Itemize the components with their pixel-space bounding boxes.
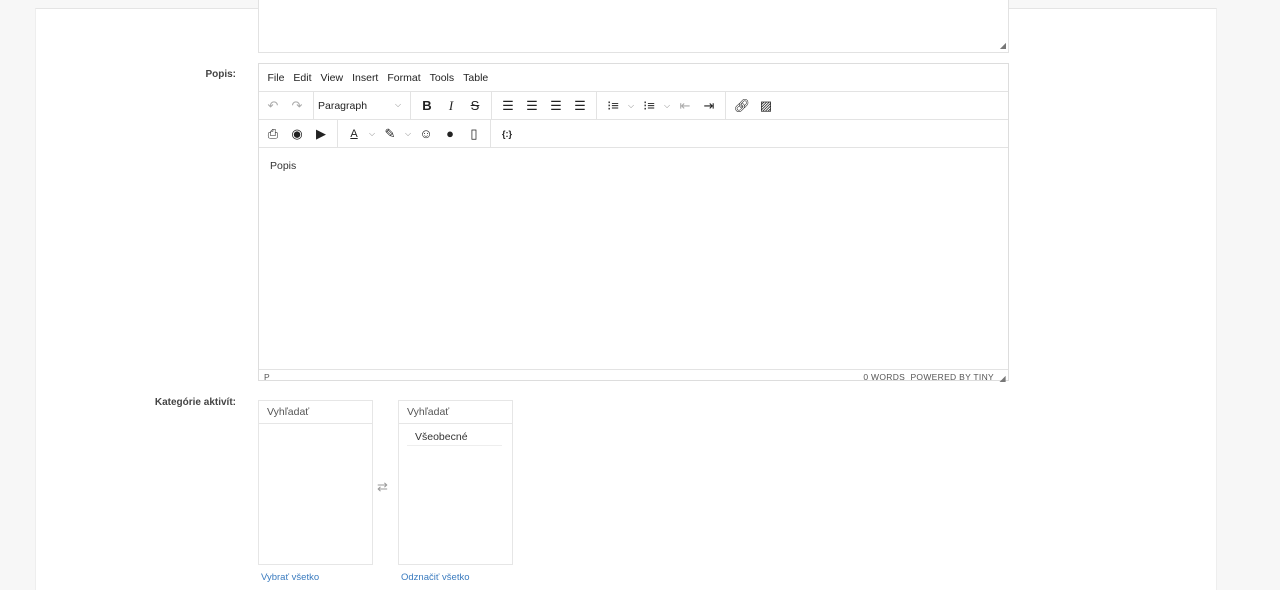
editor-statusbar: P 0 WORDS POWERED BY TINY ◢	[259, 369, 1008, 383]
undo-icon[interactable]: ↶	[261, 95, 285, 117]
menu-table[interactable]: Table	[459, 72, 493, 84]
strikethrough-icon[interactable]: S	[463, 95, 487, 117]
menu-tools[interactable]: Tools	[425, 72, 459, 84]
numbered-list-icon[interactable]: ⁝≡	[637, 95, 661, 117]
editor-content[interactable]: Popis	[259, 148, 1008, 369]
popis-label: Popis:	[205, 69, 236, 80]
emoji-icon[interactable]: ☺	[414, 123, 438, 145]
bomb-icon[interactable]: ●	[438, 123, 462, 145]
bold-icon[interactable]: B	[415, 95, 439, 117]
selected-list: Vyhľadať Všeobecné	[398, 400, 513, 565]
menu-view[interactable]: View	[316, 72, 348, 84]
resize-handle-icon[interactable]: ◢	[1000, 374, 1006, 383]
rich-text-editor: File Edit View Insert Format Tools Table…	[258, 63, 1009, 383]
toolbar-row-1: ↶ ↷ Paragraph ⌵ B I S ☰ ☰ ☰ ☰ ⁝≡ ⌵ ⁝≡ ⌵ ⇤ ⇥…	[259, 92, 1008, 120]
selected-search-input[interactable]: Vyhľadať	[399, 401, 512, 424]
media-icon[interactable]: ▶	[309, 123, 333, 145]
preview-eye-icon[interactable]: ◉	[285, 123, 309, 145]
align-justify-icon[interactable]: ☰	[568, 95, 592, 117]
chevron-down-icon[interactable]: ⌵	[661, 101, 673, 111]
resize-handle-icon[interactable]: ◢	[1000, 41, 1006, 50]
editor-menubar: File Edit View Insert Format Tools Table	[259, 64, 1008, 92]
print-icon[interactable]: ⎙	[261, 123, 285, 145]
menu-format[interactable]: Format	[383, 72, 425, 84]
text-color-icon[interactable]: A	[342, 123, 366, 145]
available-list: Vyhľadať	[258, 400, 373, 565]
chevron-down-icon[interactable]: ⌵	[366, 129, 378, 139]
align-left-icon[interactable]: ☰	[496, 95, 520, 117]
menu-insert[interactable]: Insert	[348, 72, 383, 84]
available-search-input[interactable]: Vyhľadať	[259, 401, 372, 424]
deselect-all-link[interactable]: Odznačiť všetko	[401, 572, 470, 583]
transfer-arrows-icon[interactable]: ⇄	[377, 479, 388, 495]
link-icon[interactable]: 🔗︎	[730, 95, 754, 117]
highlight-color-icon[interactable]: ✎	[378, 123, 402, 145]
menu-file[interactable]: File	[263, 72, 289, 84]
image-icon[interactable]: ▨	[754, 95, 778, 117]
template-variable-icon[interactable]: {:}	[495, 123, 519, 145]
chevron-down-icon[interactable]: ⌵	[402, 129, 414, 139]
align-right-icon[interactable]: ☰	[544, 95, 568, 117]
list-item[interactable]: Všeobecné	[407, 429, 502, 446]
menu-edit[interactable]: Edit	[289, 72, 316, 84]
previous-textarea[interactable]: ◢	[258, 0, 1009, 53]
block-format-select[interactable]: Paragraph ⌵	[314, 100, 410, 112]
chevron-down-icon[interactable]: ⌵	[625, 101, 637, 111]
indent-icon[interactable]: ⇥	[697, 95, 721, 117]
bullet-list-icon[interactable]: ⁝≡	[601, 95, 625, 117]
block-format-value: Paragraph	[318, 99, 368, 112]
redo-icon[interactable]: ↷	[285, 95, 309, 117]
element-path[interactable]: P	[264, 372, 270, 382]
select-all-link[interactable]: Vybrať všetko	[261, 572, 319, 583]
outdent-icon[interactable]: ⇤	[673, 95, 697, 117]
page-icon[interactable]: ▯	[462, 123, 486, 145]
kategorie-label: Kategórie aktivít:	[154, 397, 236, 408]
powered-by-link[interactable]: POWERED BY TINY	[910, 372, 994, 382]
toolbar-row-2: ⎙ ◉ ▶ A ⌵ ✎ ⌵ ☺ ● ▯ {:}	[259, 120, 1008, 148]
chevron-down-icon: ⌵	[394, 99, 402, 109]
word-count[interactable]: 0 WORDS	[863, 372, 905, 382]
align-center-icon[interactable]: ☰	[520, 95, 544, 117]
italic-icon[interactable]: I	[439, 95, 463, 117]
